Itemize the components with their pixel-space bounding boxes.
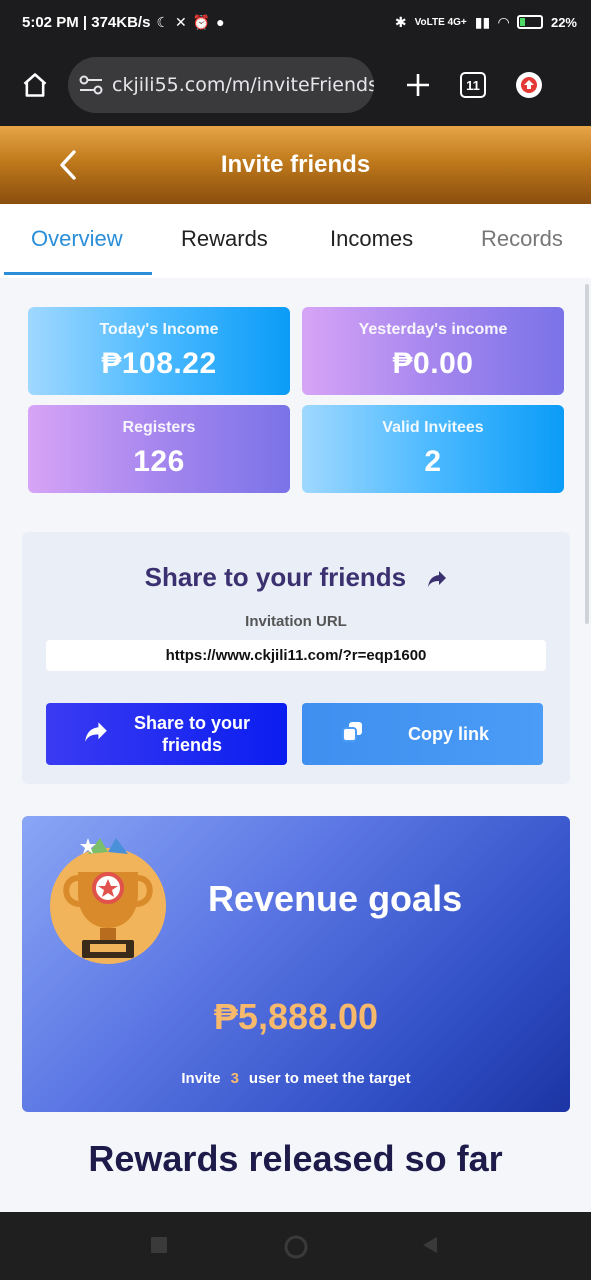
- invitation-url-field[interactable]: https://www.ckjili11.com/?r=eqp1600: [46, 640, 546, 671]
- rewards-released-heading: Rewards released so far: [88, 1138, 503, 1179]
- home-button[interactable]: [12, 62, 58, 108]
- screen: 5:02 PM | 374KB/s ☾ ✕ ⏰ ● ✱ VoLTE 4G+ ▮▮…: [0, 0, 591, 1280]
- arrow-up-icon: [521, 77, 537, 93]
- update-button[interactable]: [516, 72, 542, 98]
- active-tab-indicator: [4, 272, 152, 275]
- tab-switcher-button[interactable]: 11: [460, 72, 486, 98]
- status-time: 5:02 PM | 374KB/s: [22, 13, 151, 31]
- page-title: Invite friends: [220, 151, 371, 178]
- copy-icon: [342, 721, 364, 748]
- recents-icon[interactable]: [148, 1234, 170, 1256]
- status-bar: 5:02 PM | 374KB/s ☾ ✕ ⏰ ● ✱ VoLTE 4G+ ▮▮…: [0, 0, 591, 44]
- system-nav-bar: [0, 1212, 591, 1280]
- share-to-friends-button[interactable]: Share to your friends: [46, 703, 287, 765]
- tab-records[interactable]: Records: [481, 226, 563, 252]
- stat-value: ₱108.22: [101, 347, 217, 380]
- battery-percent: 22%: [550, 14, 577, 30]
- stat-value: ₱0.00: [392, 347, 474, 380]
- chat-icon: ●: [216, 14, 225, 30]
- site-settings-icon[interactable]: [78, 74, 104, 96]
- battery-icon: [516, 15, 543, 29]
- copy-link-button[interactable]: Copy link: [302, 703, 543, 765]
- revenue-goals-card: Revenue goals ₱5,888.00 Invite 3 user to m…: [22, 816, 570, 1112]
- home-nav-icon[interactable]: [283, 1234, 309, 1260]
- browser-toolbar: ckjili55.com/m/inviteFriends 11: [0, 44, 591, 126]
- stat-label: Today's Income: [99, 321, 219, 338]
- note-before: Invite: [181, 1070, 221, 1087]
- trophy-icon: [50, 838, 166, 964]
- stat-label: Valid Invitees: [382, 419, 484, 436]
- stat-label: Yesterday's income: [358, 321, 508, 338]
- stat-label: Registers: [122, 419, 196, 436]
- wifi-icon: ◠: [498, 13, 509, 30]
- stat-registers: Registers 126: [28, 405, 290, 493]
- tab-overview[interactable]: Overview: [31, 226, 123, 252]
- back-icon[interactable]: [54, 146, 84, 184]
- tab-bar: Overview Rewards Incomes Records: [0, 204, 591, 278]
- moon-icon: ☾: [156, 13, 169, 30]
- alarm-icon: ⏰: [192, 13, 211, 30]
- share-heading: Share to your friends: [144, 562, 407, 592]
- invitation-url-label: Invitation URL: [245, 613, 347, 630]
- note-after: user to meet the target: [248, 1070, 411, 1087]
- share-heading-row: Share to your friends: [22, 562, 570, 595]
- stat-today-income: Today's Income ₱108.22: [28, 307, 290, 395]
- copy-button-label: Copy link: [408, 723, 490, 744]
- share-icon: [84, 721, 108, 748]
- address-bar[interactable]: ckjili55.com/m/inviteFriends: [68, 57, 374, 113]
- revenue-goals-title: Revenue goals: [208, 878, 463, 919]
- revenue-goal-note: Invite 3 user to meet the target: [22, 1070, 570, 1087]
- tab-rewards[interactable]: Rewards: [181, 226, 268, 252]
- scrollbar[interactable]: [585, 284, 589, 624]
- stat-yesterday-income: Yesterday's income ₱0.00: [302, 307, 564, 395]
- mute-icon: ✕: [175, 13, 187, 30]
- home-icon: [23, 73, 47, 97]
- stat-value: 126: [133, 445, 185, 478]
- plus-icon: [407, 74, 429, 96]
- signal-icon: ▮▮: [474, 13, 491, 30]
- share-arrow-icon: [427, 564, 447, 595]
- revenue-goal-amount: ₱5,888.00: [213, 996, 379, 1037]
- page-header: Invite friends: [0, 126, 591, 204]
- tab-incomes[interactable]: Incomes: [330, 226, 413, 252]
- bluetooth-icon: ✱: [394, 13, 407, 30]
- url-text: ckjili55.com/m/inviteFriends: [112, 74, 374, 96]
- network-label: VoLTE 4G+: [414, 16, 467, 28]
- note-count: 3: [230, 1070, 239, 1087]
- stat-valid-invitees: Valid Invitees 2: [302, 405, 564, 493]
- share-button-label: Share to your friends: [133, 713, 251, 755]
- back-nav-icon[interactable]: [420, 1234, 440, 1256]
- new-tab-button[interactable]: [396, 63, 440, 107]
- share-panel: Share to your friends Invitation URL htt…: [22, 532, 570, 784]
- stat-value: 2: [424, 445, 442, 478]
